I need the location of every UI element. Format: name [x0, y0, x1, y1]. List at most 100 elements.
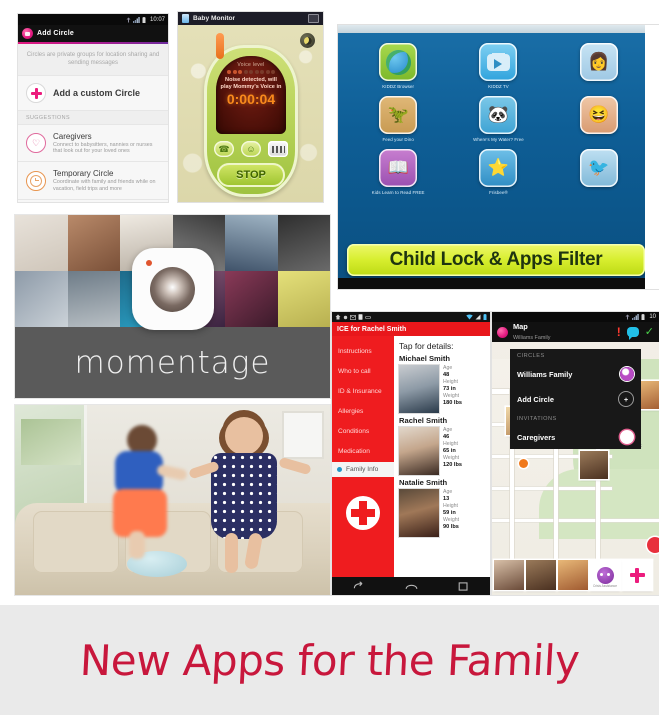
- alert-icon[interactable]: !: [617, 326, 621, 338]
- member-avatar[interactable]: [580, 451, 608, 479]
- app-tile-frisbee[interactable]: ⭐ Frisbee®: [455, 149, 541, 196]
- person-name: Michael Smith: [399, 354, 451, 363]
- nav-list: Instructions Who to call ID & Insurance …: [332, 342, 394, 462]
- nav-item-conditions[interactable]: Conditions: [332, 422, 394, 442]
- ice-app-screenshot: ICE for Rachel Smith Instructions Who to…: [332, 312, 490, 595]
- active-dot-icon: [337, 467, 342, 472]
- nav-item-medication[interactable]: Medication: [332, 442, 394, 462]
- battery-icon: [641, 314, 645, 320]
- chat-icon[interactable]: [626, 327, 639, 340]
- suggestion-temporary-circle[interactable]: Temporary Circle Coordinate with family …: [18, 161, 168, 199]
- checkin-icon[interactable]: ✓: [645, 326, 654, 338]
- baby-monitor-app-screenshot: Baby Monitor Voice level Noise detected,…: [178, 12, 323, 202]
- tv-icon: [479, 43, 518, 81]
- keypad-icon[interactable]: [268, 141, 288, 157]
- status-bar: [332, 312, 490, 322]
- kids-jumping-photo: [15, 405, 330, 595]
- person-card-michael[interactable]: Michael Smith Age 48 Height 73 in Weight…: [399, 354, 486, 413]
- person-photo: [399, 427, 439, 475]
- member-tray: Crisis Assistance: [492, 560, 659, 590]
- suggestion-text: Temporary Circle Coordinate with family …: [53, 169, 160, 191]
- tray-avatar[interactable]: [526, 560, 556, 590]
- dot-icon: [343, 315, 348, 319]
- suggestion-title: Caregivers: [53, 132, 92, 141]
- weight-label: Weight: [443, 393, 460, 399]
- nav-item-id-insurance[interactable]: ID & Insurance: [332, 382, 394, 402]
- phone-icon[interactable]: ☎: [214, 141, 234, 157]
- night-mode-icon[interactable]: [300, 33, 315, 48]
- dino-icon: 🦖: [379, 96, 418, 134]
- heart-icon: ♡: [26, 133, 46, 154]
- height-value: 65 in: [443, 448, 456, 454]
- nav-item-who-to-call[interactable]: Who to call: [332, 362, 394, 382]
- noise-detected-message: Noise detected, will play Mommy's Voice …: [220, 77, 282, 90]
- clock-icon: [26, 170, 46, 191]
- app-tile-partial-3[interactable]: 🐦: [556, 149, 642, 196]
- add-custom-circle-row[interactable]: Add a custom Circle: [18, 75, 168, 110]
- dropdown-item-add-circle[interactable]: Add Circle +: [510, 386, 641, 412]
- recents-icon[interactable]: [458, 581, 470, 592]
- app-tile-partial-2[interactable]: 😆: [556, 96, 642, 143]
- app-title-bar: ICE for Rachel Smith: [332, 322, 490, 336]
- member-avatar[interactable]: [638, 381, 659, 409]
- dropdown-item-caregivers[interactable]: Caregivers ♥: [510, 425, 641, 449]
- app-tile-kids-learn-to-read[interactable]: 📖 Kids Learn to Read FREE: [355, 149, 441, 196]
- child-lock-banner[interactable]: Child Lock & Apps Filter: [347, 244, 645, 276]
- age-label: Age: [443, 489, 453, 495]
- add-member-button[interactable]: [622, 560, 652, 590]
- tablet-bezel-bottom: [338, 278, 659, 289]
- app-tile-partial-1[interactable]: 👩: [556, 43, 642, 90]
- person-card-natalie[interactable]: Natalie Smith Age 13 Height 59 in Weight…: [399, 478, 486, 537]
- app-grid-row: 📖 Kids Learn to Read FREE ⭐ Frisbee® 🐦: [338, 149, 659, 196]
- nav-item-allergies[interactable]: Allergies: [332, 402, 394, 422]
- person-stats: Age 48 Height 73 in Weight 180 lbs: [443, 365, 462, 413]
- app-label: Frisbee®: [489, 190, 508, 195]
- app-title-bar: Add Circle: [18, 25, 168, 42]
- app-tile-kiddz-tv[interactable]: KIDDZ TV: [455, 43, 541, 90]
- suggestion-caregivers[interactable]: ♡ Caregivers Connect to babysitters, nan…: [18, 124, 168, 162]
- map-title-block[interactable]: Map Williams Family: [513, 322, 550, 342]
- tablet-bezel-right: [645, 25, 659, 289]
- menu-icon[interactable]: [308, 14, 319, 23]
- stop-button[interactable]: STOP: [217, 163, 285, 187]
- app-title: ICE for Rachel Smith: [337, 325, 407, 333]
- app-label: Feed your Dino: [382, 137, 414, 142]
- home-icon[interactable]: [405, 581, 418, 592]
- child-boy: [107, 423, 188, 573]
- baby-monitor-app-icon: [182, 14, 189, 23]
- place-marker-icon[interactable]: [519, 459, 528, 468]
- sync-icon: [625, 314, 630, 320]
- list-footer-spacer: [18, 198, 168, 202]
- map-action-icons: ! ✓: [617, 326, 654, 340]
- tray-avatar[interactable]: [494, 560, 524, 590]
- height-label: Height: [443, 441, 458, 447]
- app-grid-row: 🦖 Feed your Dino 🐼 Where's My Water? Fre…: [338, 96, 659, 143]
- nav-item-family-info[interactable]: Family Info: [332, 462, 394, 477]
- wifi-icon: [466, 314, 473, 320]
- app-tile-kiddz-browser[interactable]: KIDDZ Browser: [355, 43, 441, 90]
- medical-cross-icon: [346, 496, 380, 530]
- app-tile-wheres-my-water[interactable]: 🐼 Where's My Water? Free: [455, 96, 541, 143]
- back-icon[interactable]: [352, 580, 365, 592]
- app-title: Baby Monitor: [193, 15, 236, 22]
- emergency-marker-icon[interactable]: [647, 537, 659, 553]
- baby-face-icon[interactable]: ☺: [241, 141, 261, 157]
- tap-for-details-label: Tap for details:: [399, 341, 454, 351]
- water-icon: 🐼: [479, 96, 518, 134]
- life360-logo-icon: [497, 326, 508, 338]
- mail-icon: [350, 314, 356, 320]
- add-circle-app-screenshot: 10:07 Add Circle Circles are private gro…: [18, 14, 168, 202]
- app-tile-feed-your-dino[interactable]: 🦖 Feed your Dino: [355, 96, 441, 143]
- nav-item-instructions[interactable]: Instructions: [332, 342, 394, 362]
- dropdown-item-williams-family[interactable]: Williams Family: [510, 362, 641, 386]
- height-value: 73 in: [443, 386, 456, 392]
- height-label: Height: [443, 503, 458, 509]
- app-title-bar: Baby Monitor: [178, 12, 323, 25]
- avatar-badge-icon: [620, 367, 634, 381]
- battery-icon: [483, 314, 487, 320]
- crisis-assistance-button[interactable]: Crisis Assistance: [590, 560, 620, 590]
- map-road: [492, 519, 659, 522]
- status-time: 10:07: [149, 16, 165, 23]
- tray-avatar[interactable]: [558, 560, 588, 590]
- person-card-rachel[interactable]: Rachel Smith Age 46 Height 65 in Weight …: [399, 416, 486, 475]
